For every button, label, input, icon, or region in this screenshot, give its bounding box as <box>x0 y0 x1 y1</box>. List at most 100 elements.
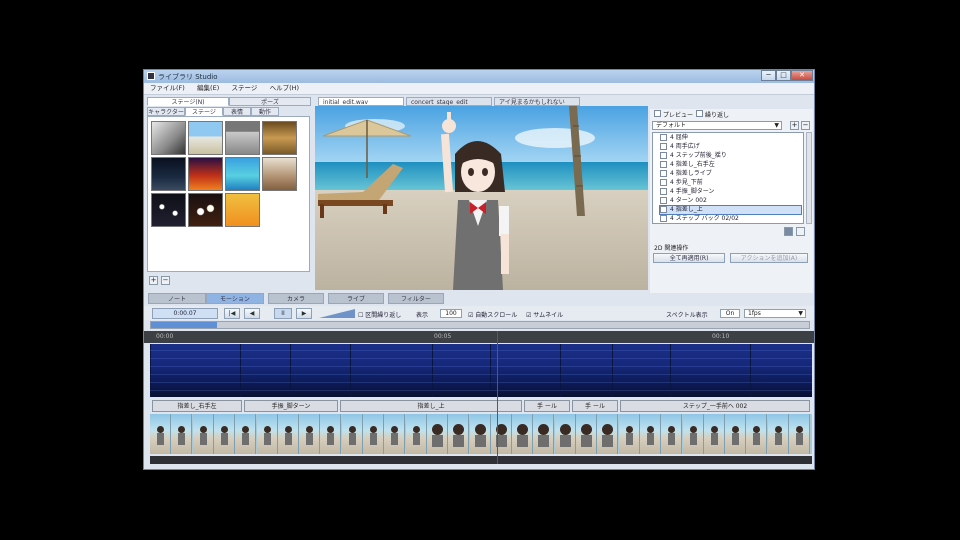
remove-stage-button[interactable]: − <box>161 276 170 285</box>
track-item[interactable]: 4 両手広げ <box>660 143 801 151</box>
fps-dropdown[interactable]: 1fps ▼ <box>744 309 806 318</box>
track-item[interactable]: 4 指差し_右手左 <box>660 161 801 169</box>
left-tab-stage[interactable]: ステージ(N) <box>147 97 229 106</box>
menu-help[interactable]: ヘルプ(H) <box>270 83 299 94</box>
doc-tab-1[interactable]: initial_edit.wav <box>318 97 404 106</box>
stage-thumb-3[interactable] <box>225 121 260 155</box>
track-item[interactable]: 4 屈伸 <box>660 134 801 142</box>
track-item[interactable]: 4 指差し_上 <box>659 205 802 215</box>
track-checkbox[interactable] <box>660 179 667 186</box>
menu-stage[interactable]: ステージ <box>231 83 257 94</box>
mode-tab-camera[interactable]: カメラ <box>268 293 324 304</box>
track-label: 4 手振_脚ターン <box>670 188 715 195</box>
preview-check[interactable]: プレビュー <box>654 110 693 119</box>
stage-thumb-4[interactable] <box>262 121 297 155</box>
doc-tab-2[interactable]: concert_stage_edit <box>406 97 492 106</box>
playhead[interactable] <box>497 331 498 464</box>
menu-edit[interactable]: 編集(E) <box>197 83 219 94</box>
autoscroll-checkbox[interactable]: ☑ 自動スクロール <box>468 310 517 319</box>
track-item[interactable]: 4 歩見_下前 <box>660 179 801 187</box>
minimize-button[interactable]: ─ <box>761 70 776 81</box>
stage-thumb-6[interactable] <box>188 157 223 191</box>
spectral-select[interactable]: On <box>720 309 740 318</box>
segment-5[interactable]: 手 ール <box>572 400 618 412</box>
add-stage-button[interactable]: + <box>149 276 158 285</box>
skip-start-button[interactable]: |◀ <box>224 308 240 319</box>
character-figure <box>391 426 399 433</box>
doc-tab-3[interactable]: アイ見まるかもしれない <box>494 97 580 106</box>
3d-preview-viewport[interactable] <box>315 106 648 290</box>
subtab-expression[interactable]: 表情 <box>223 107 251 116</box>
track-checkbox[interactable] <box>660 215 667 222</box>
character-figure <box>263 426 271 433</box>
mode-tab-motion[interactable]: モーション <box>206 293 264 304</box>
stage-thumb-5[interactable] <box>151 157 186 191</box>
track-item[interactable]: 4 ステップ バック 02/02 <box>660 215 801 223</box>
stage-thumb-2[interactable] <box>188 121 223 155</box>
mode-tab-filter[interactable]: フィルター <box>388 293 444 304</box>
repeat-check[interactable]: 繰り返し <box>696 110 729 119</box>
track-item[interactable]: 4 ターン 002 <box>660 197 801 205</box>
close-button[interactable]: ✕ <box>791 70 813 81</box>
subtab-stage[interactable]: ステージ <box>185 107 223 116</box>
step-back-button[interactable]: ◀ <box>244 308 260 319</box>
subtab-motion[interactable]: 動作 <box>251 107 279 116</box>
track-checkbox[interactable] <box>660 161 667 168</box>
thumbnail-frame <box>639 414 661 454</box>
stage-thumb-11[interactable] <box>225 193 260 227</box>
add-track-button[interactable]: + <box>790 121 799 130</box>
maximize-button[interactable]: □ <box>776 70 791 81</box>
mode-tab-live[interactable]: ライブ <box>328 293 384 304</box>
menu-bar: ファイル(F) 編集(E) ステージ ヘルプ(H) <box>144 83 814 95</box>
track-scrollbar[interactable] <box>806 132 812 224</box>
remove-track-button[interactable]: − <box>801 121 810 130</box>
track-uncheck-button[interactable] <box>796 227 805 236</box>
track-checkbox[interactable] <box>660 134 667 141</box>
segment-3[interactable]: 指差し_上 <box>340 400 522 412</box>
thumbnail-frame <box>746 414 768 454</box>
ruler-label-0: 00:00 <box>156 333 174 340</box>
track-checkbox[interactable] <box>660 170 667 177</box>
track-check-button[interactable] <box>784 227 793 236</box>
mode-tab-note[interactable]: ノート <box>148 293 206 304</box>
track-checkbox[interactable] <box>660 188 667 195</box>
zoom-field[interactable]: 100 <box>440 309 462 318</box>
thumbnail-frame <box>213 414 235 454</box>
play-button[interactable]: ▶ <box>296 308 312 319</box>
segment-1[interactable]: 指差し_右手左 <box>152 400 242 412</box>
timeline-progress[interactable] <box>150 321 810 329</box>
track-checkbox[interactable] <box>660 206 667 213</box>
track-checkbox[interactable] <box>660 152 667 159</box>
menu-file[interactable]: ファイル(F) <box>150 83 185 94</box>
motion-track-panel: プレビュー 繰り返し デフォルト ▼ + − 4 屈伸 4 両手広げ 4 ステップ前… <box>650 109 813 293</box>
thumbnail-strip[interactable] <box>150 414 812 454</box>
segment-2[interactable]: 手振_脚ターン <box>244 400 338 412</box>
add-action-button[interactable]: アクションを追加(A) <box>730 253 808 263</box>
time-ruler[interactable]: 00:00 00:05 00:10 <box>144 331 814 343</box>
loop-checkbox[interactable]: ☐ 区間繰り返し <box>358 310 401 319</box>
audio-spectrogram[interactable] <box>150 344 812 397</box>
track-checkbox[interactable] <box>660 143 667 150</box>
segment-6[interactable]: ステップ_一手前へ 002 <box>620 400 810 412</box>
left-tab-pose[interactable]: ポーズ <box>229 97 311 106</box>
stage-thumb-7[interactable] <box>225 157 260 191</box>
subtab-character[interactable]: キャラクター <box>147 107 185 116</box>
pause-button[interactable]: II <box>274 308 292 319</box>
stage-thumb-10[interactable] <box>188 193 223 227</box>
stage-thumb-9[interactable] <box>151 193 186 227</box>
track-item[interactable]: 4 手振_脚ターン <box>660 188 801 196</box>
track-checkbox[interactable] <box>660 197 667 204</box>
reapply-all-button[interactable]: 全て再適用(R) <box>653 253 725 263</box>
volume-slider[interactable] <box>319 309 355 318</box>
stage-thumb-8[interactable] <box>262 157 297 191</box>
bottom-track[interactable] <box>150 456 812 464</box>
character-figure <box>559 424 571 435</box>
track-item[interactable]: 4 ステップ前後_揺り <box>660 152 801 160</box>
stage-thumb-1[interactable] <box>151 121 186 155</box>
character-figure-body <box>370 433 377 445</box>
character-figure <box>689 426 697 433</box>
track-item[interactable]: 4 指差しライブ <box>660 170 801 178</box>
segment-4[interactable]: 手 ール <box>524 400 570 412</box>
thumbnail-checkbox[interactable]: ☑ サムネイル <box>526 310 563 319</box>
preset-dropdown[interactable]: デフォルト ▼ <box>652 121 782 130</box>
